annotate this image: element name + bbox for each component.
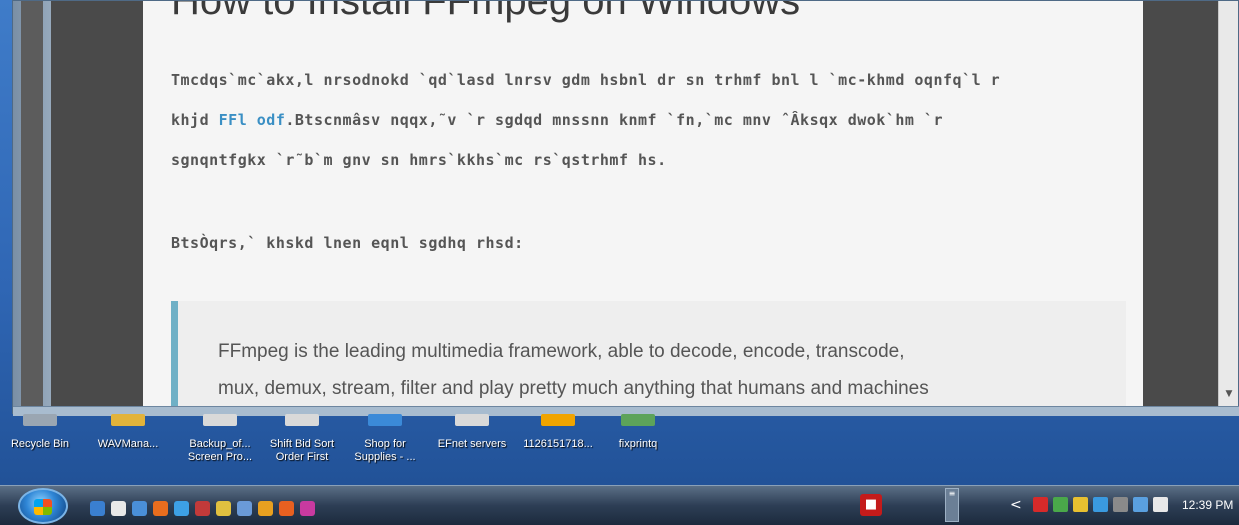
document-icon xyxy=(455,414,489,426)
quick-launch-icon[interactable] xyxy=(174,501,189,516)
desktop-icon-label: Backup_of... xyxy=(189,438,251,450)
desktop-icon[interactable]: Recycle Bin xyxy=(0,414,80,451)
paragraph-intro: BtsÒqrs,` khskd lnen eqnl sgdhq rhsd: xyxy=(171,234,524,252)
taskbar: ■ ≡ < 12:39 PM xyxy=(0,485,1239,525)
scroll-down-arrow-icon[interactable]: ▼ xyxy=(1223,388,1235,400)
pdf-reader-taskbar-button[interactable]: ■ xyxy=(860,494,882,516)
paragraph-line-3: sgnqntfgkx `r˜b`m gnv sn hmrs`kkhs`mc rs… xyxy=(171,151,667,169)
tray-icon[interactable] xyxy=(1032,497,1048,512)
quick-launch-icon[interactable] xyxy=(258,501,273,516)
quick-launch-icon[interactable] xyxy=(300,501,315,516)
desktop-icon[interactable]: Shop for Supplies - ... xyxy=(345,414,425,464)
article-content: How to Install FFmpeg on Windows Tmcdqs`… xyxy=(143,1,1143,406)
page-viewport[interactable]: How to Install FFmpeg on Windows Tmcdqs`… xyxy=(51,1,1221,406)
taskbar-scroll-icon[interactable]: ≡ xyxy=(945,488,959,522)
tray-icon[interactable] xyxy=(1072,497,1088,512)
tray-icon[interactable] xyxy=(1132,497,1148,512)
desktop-icon[interactable]: 1126151718... xyxy=(518,414,598,451)
desktop-icon-label: Shift Bid Sort xyxy=(269,438,335,450)
desktop-icon-label-line2: Supplies - ... xyxy=(354,451,416,463)
side-panel xyxy=(21,1,43,406)
image-icon xyxy=(541,414,575,426)
quick-launch-icon[interactable] xyxy=(132,501,147,516)
desktop-icon-label-line2: Screen Pro... xyxy=(187,451,253,463)
paragraph-text: .Btscnmâsv nqqx,˜v `r sgdqd mnssnn knmf … xyxy=(285,111,943,129)
desktop-icon-label: fixprintq xyxy=(618,438,658,450)
recycle-bin-icon xyxy=(23,414,57,426)
quick-launch-icon[interactable] xyxy=(90,501,105,516)
quick-launch-icon[interactable] xyxy=(111,501,126,516)
paragraph-line-2: khjd FFl odf.Btscnmâsv nqqx,˜v `r sgdqd … xyxy=(171,111,943,129)
desktop-icon-label: Recycle Bin xyxy=(10,438,70,450)
shortcut-icon xyxy=(368,414,402,426)
start-button[interactable] xyxy=(18,488,68,524)
desktop-icon[interactable]: EFnet servers xyxy=(432,414,512,451)
quick-launch-icon[interactable] xyxy=(279,501,294,516)
tray-icon[interactable] xyxy=(1152,497,1168,512)
document-icon xyxy=(285,414,319,426)
desktop-icon[interactable]: Shift Bid Sort Order First xyxy=(262,414,342,464)
desktop-icons: Recycle Bin WAVMana... Backup_of... Screen … xyxy=(0,414,1239,482)
quick-launch-icon[interactable] xyxy=(153,501,168,516)
desktop-icon[interactable]: WAVMana... xyxy=(88,414,168,451)
desktop-icon-label: EFnet servers xyxy=(437,438,507,450)
desktop-icon[interactable]: Backup_of... Screen Pro... xyxy=(180,414,260,464)
tray-icon[interactable] xyxy=(1052,497,1068,512)
desktop-icon-label: WAVMana... xyxy=(97,438,159,450)
browser-window[interactable]: How to Install FFmpeg on Windows Tmcdqs`… xyxy=(12,0,1239,416)
paragraph-text: khjd xyxy=(171,111,219,129)
quick-launch-icon[interactable] xyxy=(216,501,231,516)
quick-launch-icon[interactable] xyxy=(195,501,210,516)
page-title: How to Install FFmpeg on Windows xyxy=(171,1,801,23)
document-icon xyxy=(203,414,237,426)
tray-icon[interactable] xyxy=(1112,497,1128,512)
desktop-icon-label: Shop for xyxy=(364,438,406,450)
show-hidden-icons-arrow[interactable]: < xyxy=(1010,497,1022,513)
quick-launch-bar xyxy=(90,498,321,516)
windows-logo-icon xyxy=(34,499,52,515)
desktop-icon[interactable]: fixprintq xyxy=(598,414,678,451)
tray-icon[interactable] xyxy=(1092,497,1108,512)
quote-line-1: FFmpeg is the leading multimedia framewo… xyxy=(218,341,905,362)
desktop-icon-label-line2: Order First xyxy=(275,451,329,463)
system-tray: < xyxy=(1010,494,1173,516)
window-left-frame xyxy=(13,1,51,406)
ffmpeg-link[interactable]: FFl odf xyxy=(219,111,286,129)
vertical-scrollbar[interactable]: ▼ xyxy=(1218,1,1238,406)
system-clock[interactable]: 12:39 PM xyxy=(1182,498,1233,512)
quick-launch-icon[interactable] xyxy=(237,501,252,516)
paragraph-line-1: Tmcdqs`mc`akx,l nrsodnokd `qd`lasd lnrsv… xyxy=(171,71,1001,89)
wav-manager-icon xyxy=(111,414,145,426)
quote-line-2: mux, demux, stream, filter and play pret… xyxy=(218,378,929,399)
script-icon xyxy=(621,414,655,426)
blockquote: FFmpeg is the leading multimedia framewo… xyxy=(171,301,1126,406)
desktop-icon-label: 1126151718... xyxy=(523,438,593,450)
